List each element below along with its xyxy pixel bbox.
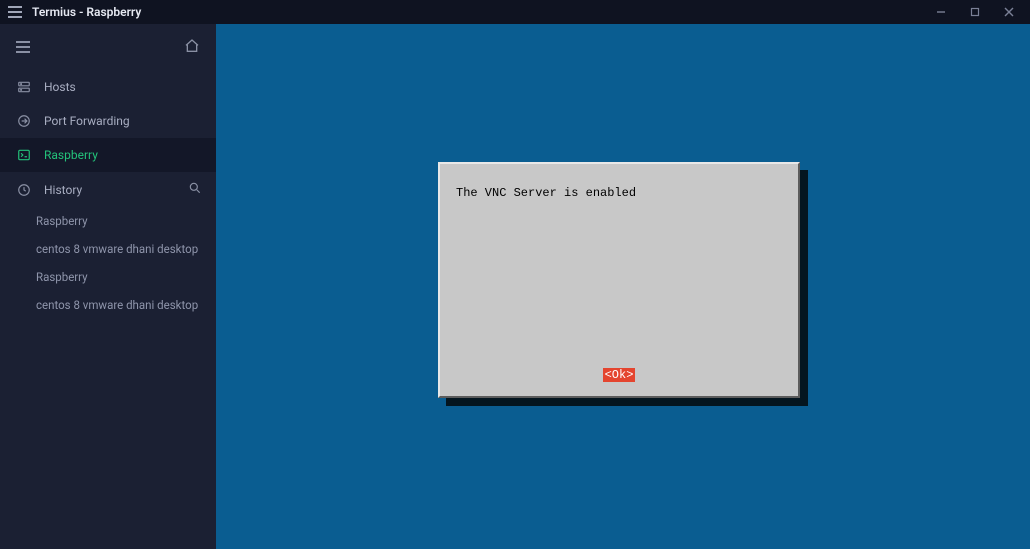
ok-button[interactable]: <Ok> bbox=[603, 368, 636, 382]
history-item[interactable]: centos 8 vmware dhani desktop bbox=[0, 291, 216, 319]
server-icon bbox=[16, 79, 32, 95]
maximize-button[interactable] bbox=[968, 5, 982, 19]
nav-label: Raspberry bbox=[44, 148, 98, 162]
title-bar: Termius - Raspberry bbox=[0, 0, 1030, 24]
nav-item-history[interactable]: History bbox=[0, 172, 216, 207]
sidebar-collapse-icon[interactable] bbox=[16, 41, 30, 53]
history-label: History bbox=[44, 183, 82, 197]
nav-section: Hosts Port Forwarding Raspberry bbox=[0, 70, 216, 172]
terminal-icon bbox=[16, 147, 32, 163]
minimize-button[interactable] bbox=[934, 5, 948, 19]
window-title: Termius - Raspberry bbox=[32, 5, 141, 19]
terminal-area[interactable]: The VNC Server is enabled <Ok> bbox=[216, 24, 1030, 549]
sidebar: Hosts Port Forwarding Raspberry History bbox=[0, 24, 216, 549]
dialog-message: The VNC Server is enabled bbox=[456, 186, 782, 200]
forward-icon bbox=[16, 113, 32, 129]
close-button[interactable] bbox=[1002, 5, 1016, 19]
history-item[interactable]: Raspberry bbox=[0, 207, 216, 235]
window-controls bbox=[934, 5, 1022, 19]
nav-label: Hosts bbox=[44, 80, 76, 94]
search-icon[interactable] bbox=[188, 181, 202, 198]
nav-item-port-forwarding[interactable]: Port Forwarding bbox=[0, 104, 216, 138]
vnc-dialog: The VNC Server is enabled <Ok> bbox=[438, 162, 800, 398]
app-menu-icon[interactable] bbox=[8, 6, 22, 18]
history-icon bbox=[16, 182, 32, 198]
nav-label: Port Forwarding bbox=[44, 114, 130, 128]
history-item[interactable]: centos 8 vmware dhani desktop bbox=[0, 235, 216, 263]
history-item[interactable]: Raspberry bbox=[0, 263, 216, 291]
nav-item-hosts[interactable]: Hosts bbox=[0, 70, 216, 104]
nav-item-raspberry[interactable]: Raspberry bbox=[0, 138, 216, 172]
history-list: Raspberry centos 8 vmware dhani desktop … bbox=[0, 207, 216, 319]
home-icon[interactable] bbox=[184, 38, 200, 57]
